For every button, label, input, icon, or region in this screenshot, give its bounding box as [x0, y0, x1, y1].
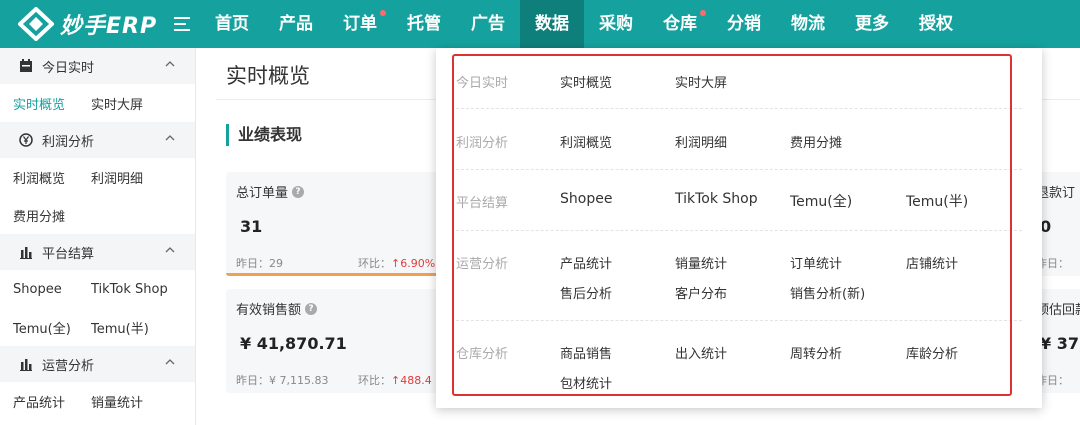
- sidebar-row: Temu(全) Temu(半): [0, 308, 195, 346]
- nav-item-label: 采购: [599, 14, 633, 34]
- kpi-label-text: 总订单量: [236, 186, 289, 201]
- kpi-value: ¥ 41,870.71: [240, 334, 347, 353]
- chevron-up-icon[interactable]: [165, 245, 175, 255]
- sidebar-row: 费用分摊: [0, 196, 195, 234]
- nav-item-label: 托管: [407, 14, 441, 34]
- calendar-icon: [18, 58, 34, 74]
- sidebar-item-profit-detail[interactable]: 利润明细: [91, 168, 191, 187]
- chevron-up-icon[interactable]: [165, 357, 175, 367]
- nav-item[interactable]: 订单: [328, 0, 392, 48]
- nav-item[interactable]: 广告: [456, 0, 520, 48]
- nav-item-label: 更多: [855, 14, 889, 34]
- sidebar-group-title: 今日实时: [42, 60, 95, 76]
- kpi-label: 预估回款: [1036, 303, 1080, 318]
- kpi-label-text: 有效销售额: [236, 303, 302, 318]
- sidebar-item-realtime-screen[interactable]: 实时大屏: [91, 94, 191, 113]
- kpi-compare-label: 环比：: [358, 257, 391, 270]
- nav-item-label: 物流: [791, 14, 825, 34]
- sidebar-item-cost-allocation[interactable]: 费用分摊: [0, 206, 91, 225]
- nav-item[interactable]: 产品: [264, 0, 328, 48]
- sidebar-row: 产品统计 销量统计: [0, 382, 195, 420]
- sidebar-item-product-stats[interactable]: 产品统计: [0, 392, 91, 411]
- sidebar-group-platform-settlement[interactable]: 平台结算: [0, 234, 195, 270]
- nav-item[interactable]: 采购: [584, 0, 648, 48]
- sidebar-item-realtime-overview[interactable]: 实时概览: [0, 94, 91, 113]
- brand-name: 妙手ERP: [60, 14, 158, 39]
- sidebar-group-title: 平台结算: [42, 246, 95, 262]
- nav-item[interactable]: 托管: [392, 0, 456, 48]
- kpi-card-estimated-payout[interactable]: 预估回款 ¥ 37, 昨日：: [1036, 289, 1080, 393]
- kpi-yesterday: 昨日：29: [236, 257, 283, 270]
- nav-item[interactable]: 授权: [904, 0, 968, 48]
- dropdown-highlight-box: [452, 54, 1012, 396]
- kpi-card-refund-orders[interactable]: 退款订 0 昨日：: [1036, 172, 1080, 276]
- nav-item[interactable]: 更多: [840, 0, 904, 48]
- sidebar: 今日实时 实时概览 实时大屏 利润分析 利润概览 利润明细 费用分摊 平台结算 …: [0, 48, 196, 425]
- notification-dot: [380, 10, 386, 16]
- top-nav-bar: 妙手ERP 首页 产品 订单 托管 广告 数据 采购 仓库 分销 物流 更多 授权: [0, 0, 1080, 48]
- kpi-compare-value: ↑488.4: [391, 374, 432, 387]
- sidebar-row: Shopee TikTok Shop: [0, 270, 195, 308]
- yuan-circle-icon: [18, 132, 34, 148]
- kpi-compare-label: 环比：: [358, 374, 391, 387]
- kpi-card-total-orders[interactable]: 总订单量? 31 昨日：29 环比：↑6.90%: [226, 172, 456, 276]
- nav-item[interactable]: 分销: [712, 0, 776, 48]
- kpi-compare: 环比：↑6.90%: [358, 255, 435, 271]
- sidebar-item-temu-semi[interactable]: Temu(半): [91, 318, 191, 337]
- sidebar-group-operations[interactable]: 运营分析: [0, 346, 195, 382]
- chevron-up-icon[interactable]: [165, 133, 175, 143]
- nav-item-label: 首页: [215, 14, 249, 34]
- nav-item-label: 分销: [727, 14, 761, 34]
- help-icon[interactable]: ?: [305, 302, 318, 315]
- nav-item-label: 授权: [919, 14, 953, 34]
- kpi-card-effective-sales[interactable]: 有效销售额? ¥ 41,870.71 昨日：¥ 7,115.83 环比：↑488…: [226, 289, 456, 393]
- nav-item[interactable]: 仓库: [648, 0, 712, 48]
- notification-dot: [700, 10, 706, 16]
- nav-item-label: 产品: [279, 14, 313, 34]
- sidebar-row: 利润概览 利润明细: [0, 158, 195, 196]
- sidebar-group-today[interactable]: 今日实时: [0, 48, 195, 84]
- section-title: 业绩表现: [226, 124, 302, 146]
- bar-chart-icon: [18, 356, 34, 372]
- sidebar-group-title: 运营分析: [42, 358, 95, 374]
- bar-chart-icon: [18, 244, 34, 260]
- sidebar-item-profit-overview[interactable]: 利润概览: [0, 168, 91, 187]
- sidebar-item-sales-stats[interactable]: 销量统计: [91, 392, 191, 411]
- sidebar-group-profit[interactable]: 利润分析: [0, 122, 195, 158]
- main-nav: 首页 产品 订单 托管 广告 数据 采购 仓库 分销 物流 更多 授权: [200, 0, 968, 48]
- kpi-label: 有效销售额?: [236, 299, 318, 318]
- kpi-value: ¥ 37,: [1040, 334, 1080, 353]
- kpi-value: 31: [240, 217, 263, 236]
- nav-item-label: 仓库: [663, 14, 697, 34]
- nav-item[interactable]: 数据: [520, 0, 584, 48]
- sidebar-item-shopee[interactable]: Shopee: [0, 282, 91, 297]
- nav-item-label: 广告: [471, 14, 505, 34]
- sidebar-item-temu-full[interactable]: Temu(全): [0, 318, 91, 337]
- sidebar-row: 实时概览 实时大屏: [0, 84, 195, 122]
- nav-item[interactable]: 物流: [776, 0, 840, 48]
- sidebar-group-title: 利润分析: [42, 134, 95, 150]
- brand-logo[interactable]: 妙手ERP: [18, 7, 157, 41]
- help-icon[interactable]: ?: [292, 185, 305, 198]
- sidebar-item-tiktok-shop[interactable]: TikTok Shop: [91, 282, 191, 297]
- page-title: 实时概览: [226, 64, 310, 88]
- nav-item-label: 订单: [343, 14, 377, 34]
- logo-icon: [18, 7, 54, 41]
- nav-item[interactable]: 首页: [200, 0, 264, 48]
- kpi-label: 总订单量?: [236, 182, 305, 201]
- kpi-compare: 环比：↑488.4: [358, 372, 432, 388]
- kpi-yesterday: 昨日：¥ 7,115.83: [236, 374, 329, 387]
- nav-item-label: 数据: [535, 14, 569, 34]
- kpi-compare-value: ↑6.90%: [391, 257, 436, 270]
- chevron-up-icon[interactable]: [165, 59, 175, 69]
- menu-toggle-icon[interactable]: [174, 17, 190, 31]
